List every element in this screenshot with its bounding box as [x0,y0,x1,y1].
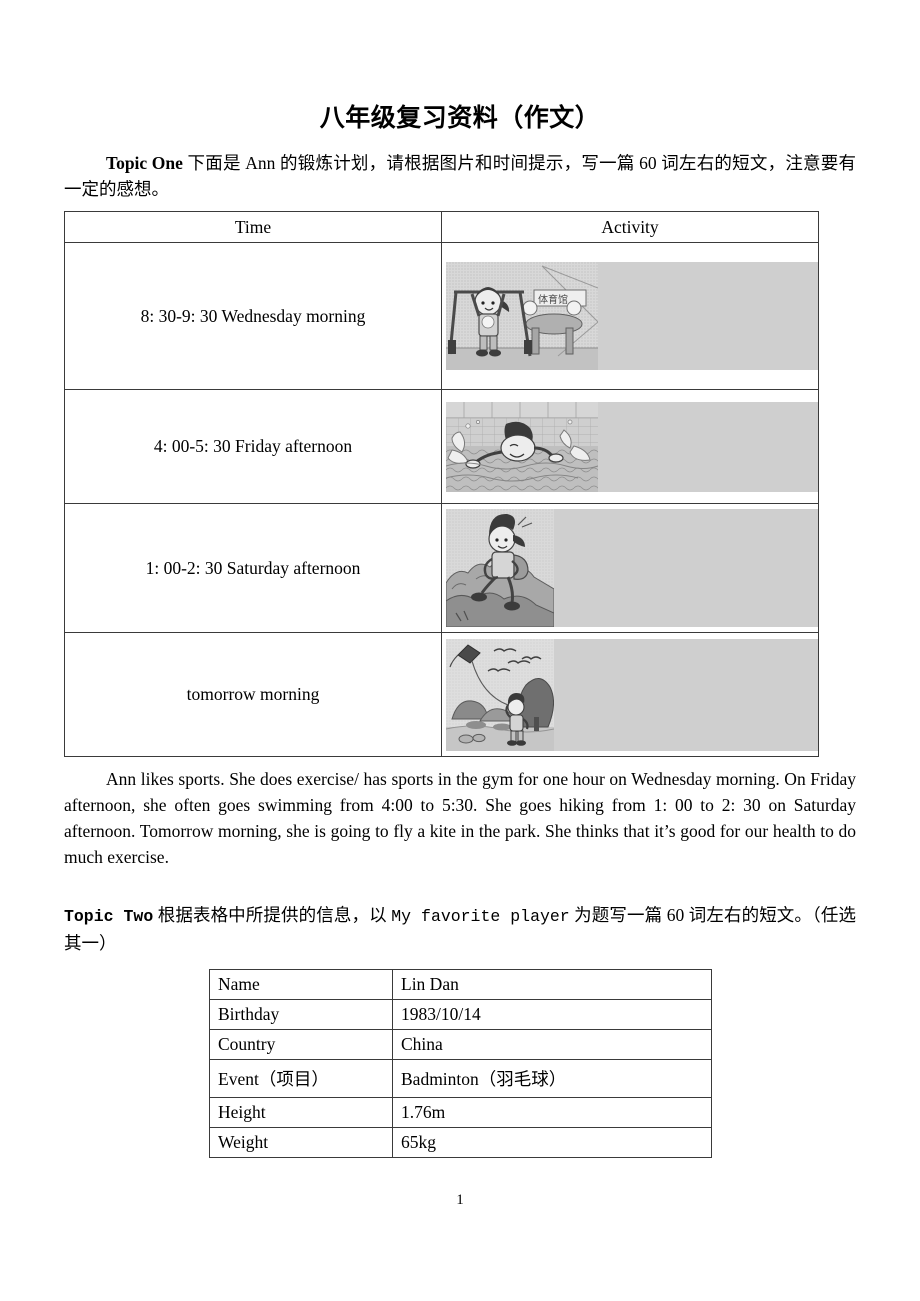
table-row: Birthday 1983/10/14 [209,999,712,1030]
schedule-activity-2 [441,503,819,633]
swimming-illustration [446,401,818,492]
column-header-time: Time [64,211,442,243]
schedule-activity-1 [441,389,819,504]
page-title: 八年级复习资料（作文） [319,105,601,132]
schedule-time-3: tomorrow morning [64,632,442,757]
topic-two-prompt-before: 根据表格中所提供的信息，以 [153,905,392,925]
sample-essay-paragraph: Ann likes sports. She does exercise/ has… [64,769,856,867]
player-field-value-5: 65kg [392,1127,712,1158]
svg-text:体育馆: 体育馆 [538,293,568,306]
player-field-value-4: 1.76m [392,1097,712,1128]
schedule-activity-3 [441,632,819,757]
table-row: Event（项目） Badminton（羽毛球） [209,1059,712,1098]
table-row: Name Lin Dan [209,969,712,1000]
player-field-label-4: Height [209,1097,393,1128]
schedule-time-0: 8: 30-9: 30 Wednesday morning [64,242,442,390]
player-field-label-3: Event（项目） [209,1059,393,1098]
player-field-value-2: China [392,1029,712,1060]
page-number: 1 [456,1192,464,1208]
topic-two-label: Topic Two [64,907,154,926]
player-field-label-1: Birthday [209,999,393,1030]
player-field-label-5: Weight [209,1127,393,1158]
schedule-time-1: 4: 00-5: 30 Friday afternoon [64,389,442,504]
table-row: 1: 00-2: 30 Saturday afternoon [64,503,819,633]
topic-one-label: Topic One [106,153,183,173]
table-row: tomorrow morning [64,632,819,757]
player-field-value-3: Badminton（羽毛球） [392,1059,712,1098]
table-header-row: Time Activity [64,211,819,243]
table-row: 4: 00-5: 30 Friday afternoon [64,389,819,504]
document-page: 八年级复习资料（作文） Topic One 下面是 Ann 的锻炼计划，请根据图… [0,0,920,1301]
table-row: Height 1.76m [209,1097,712,1128]
schedule-activity-0: 体育馆 [441,242,819,390]
schedule-table: Time Activity 8: 30-9: 30 Wednesday morn… [64,211,819,757]
gym-horizontal-bar-illustration: 体育馆 [446,262,818,370]
table-row: Weight 65kg [209,1127,712,1158]
schedule-time-2: 1: 00-2: 30 Saturday afternoon [64,503,442,633]
player-field-label-0: Name [209,969,393,1000]
topic-one-instruction: Topic One 下面是 Ann 的锻炼计划，请根据图片和时间提示，写一篇 6… [64,150,856,202]
column-header-activity: Activity [441,211,819,243]
player-field-label-2: Country [209,1029,393,1060]
topic-two-essay-title: My favorite player [391,907,570,926]
player-field-value-1: 1983/10/14 [392,999,712,1030]
table-row: 8: 30-9: 30 Wednesday morning 体育馆 [64,242,819,390]
player-field-value-0: Lin Dan [392,969,712,1000]
kite-flying-illustration [446,638,818,751]
topic-one-prompt: 下面是 Ann 的锻炼计划，请根据图片和时间提示，写一篇 60 词左右的短文，注… [64,153,857,199]
player-info-table: Name Lin Dan Birthday 1983/10/14 Country… [209,969,712,1158]
hiking-illustration [446,509,818,627]
player-table-wrapper: Name Lin Dan Birthday 1983/10/14 Country… [64,969,856,1158]
table-row: Country China [209,1029,712,1060]
topic-two-instruction: Topic Two 根据表格中所提供的信息，以 My favorite play… [64,902,856,956]
